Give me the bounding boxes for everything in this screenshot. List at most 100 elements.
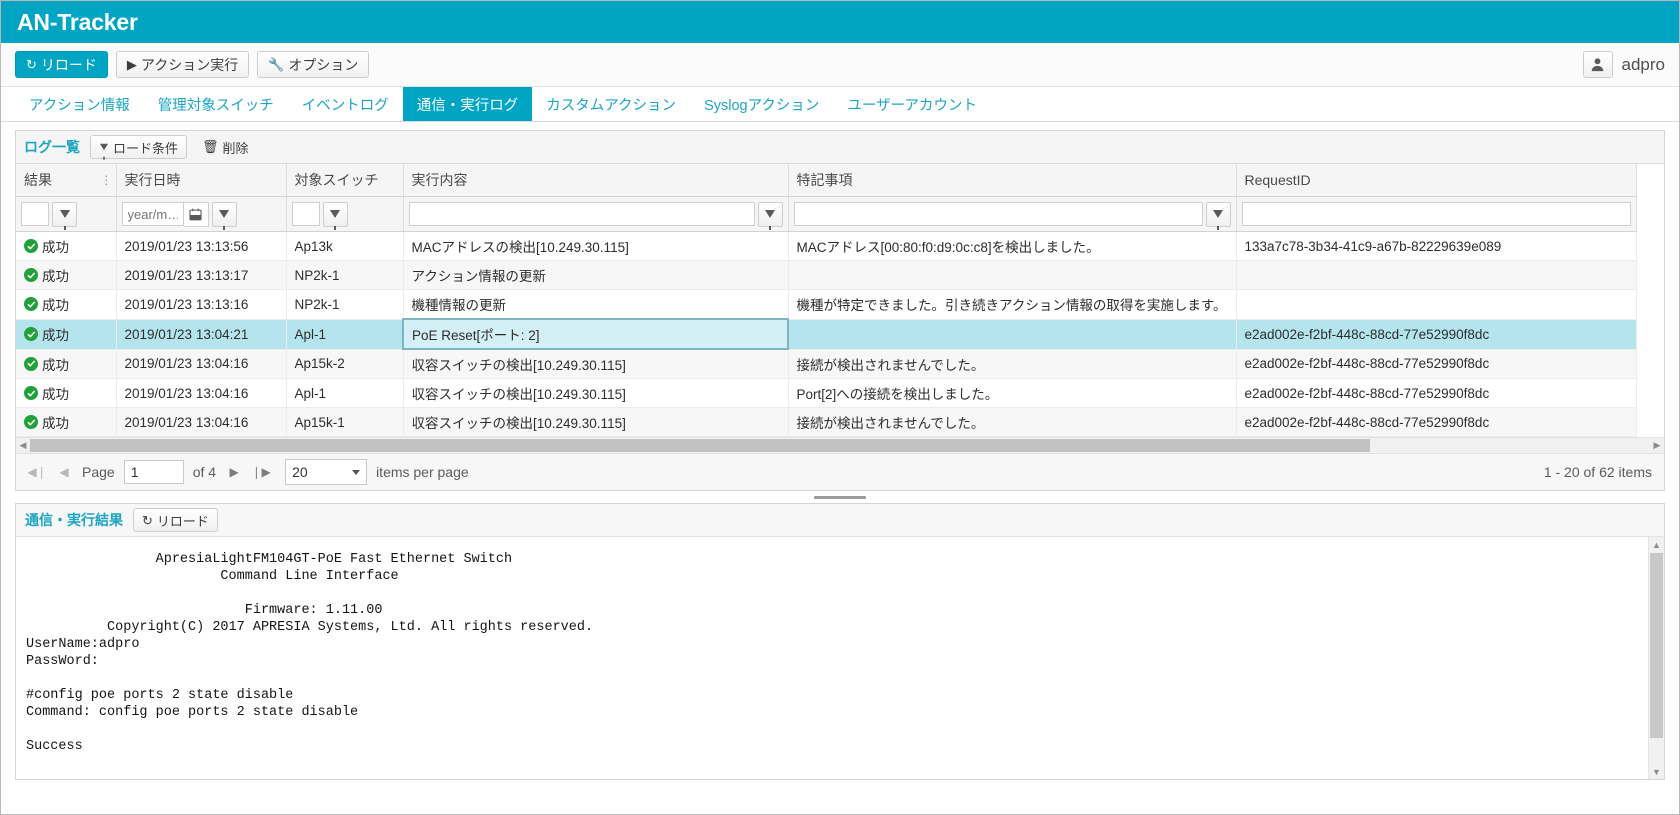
scroll-up-icon[interactable]: ▲ [1649, 537, 1664, 552]
options-button[interactable]: 🔧 オプション [257, 51, 369, 78]
user-area: adpro [1583, 51, 1665, 78]
tab-managed-switch[interactable]: 管理対象スイッチ [144, 87, 288, 121]
log-table: 結果 ··· 実行日時 対象スイッチ 実行内容 特記事項 RequestID [16, 164, 1637, 437]
success-check-icon [24, 268, 38, 282]
cell-datetime: 2019/01/23 13:04:16 [116, 408, 286, 437]
table-row[interactable]: 成功 2019/01/23 13:04:16 Ap15k-2 収容スイッチの検出… [16, 349, 1636, 379]
col-header-datetime[interactable]: 実行日時 [116, 164, 286, 197]
col-header-result[interactable]: 結果 ··· [16, 164, 116, 197]
reload-icon: ↻ [142, 514, 153, 527]
cell-result: 成功 [16, 261, 116, 290]
cell-request-id: e2ad002e-f2bf-448c-88cd-77e52990f8dc [1236, 349, 1636, 379]
options-button-label: オプション [288, 55, 358, 75]
first-page-icon[interactable]: ◀❘ [28, 462, 46, 482]
trash-icon: 🗑 [202, 139, 219, 155]
scroll-thumb[interactable] [1650, 553, 1663, 738]
filter-input-notes[interactable] [794, 202, 1203, 226]
cell-datetime: 2019/01/23 13:13:16 [116, 290, 286, 320]
filter-icon [219, 210, 229, 218]
cell-result: 成功 [16, 408, 116, 437]
scroll-left-icon[interactable]: ◀ [16, 438, 30, 453]
filter-menu-button-datetime[interactable] [212, 202, 237, 227]
table-row[interactable]: 成功 2019/01/23 13:04:16 Ap15k-1 収容スイッチの検出… [16, 408, 1636, 437]
filter-input-content[interactable] [409, 202, 755, 226]
calendar-icon[interactable] [184, 202, 209, 227]
reload-button[interactable]: ↻ リロード [15, 51, 108, 78]
user-icon[interactable] [1583, 51, 1613, 78]
tab-action-info[interactable]: アクション情報 [15, 87, 144, 121]
last-page-icon[interactable]: ❘▶ [252, 462, 270, 482]
panel-splitter[interactable] [1, 491, 1679, 503]
cell-result: 成功 [16, 349, 116, 379]
next-page-icon[interactable]: ▶ [225, 462, 243, 482]
table-row[interactable]: 成功 2019/01/23 13:04:16 Apl-1 収容スイッチの検出[1… [16, 379, 1636, 408]
table-header-row: 結果 ··· 実行日時 対象スイッチ 実行内容 特記事項 RequestID [16, 164, 1636, 197]
tab-event-log[interactable]: イベントログ [288, 87, 403, 121]
cell-content: 収容スイッチの検出[10.249.30.115] [403, 379, 788, 408]
tab-custom-action[interactable]: カスタムアクション [532, 87, 690, 121]
delete-button[interactable]: 🗑 削除 [193, 135, 258, 159]
cell-request-id [1236, 261, 1636, 290]
cell-request-id: 133a7c78-3b34-41c9-a67b-82229639e089 [1236, 232, 1636, 261]
load-condition-button[interactable]: ロード条件 [90, 135, 187, 159]
filter-input-result[interactable] [21, 202, 49, 226]
filter-menu-button-notes[interactable] [1206, 202, 1231, 227]
result-label: 成功 [42, 265, 69, 285]
console-vertical-scrollbar[interactable]: ▲ ▼ [1648, 537, 1664, 779]
filter-menu-button-content[interactable] [758, 202, 783, 227]
cell-content: MACアドレスの検出[10.249.30.115] [403, 232, 788, 261]
run-action-button-label: アクション実行 [141, 55, 238, 75]
grid-horizontal-scrollbar[interactable]: ◀ ▶ [16, 437, 1664, 453]
chevron-down-icon [352, 470, 360, 475]
filter-menu-button-result[interactable] [52, 202, 77, 227]
result-label: 成功 [42, 354, 69, 374]
console-reload-button[interactable]: ↻ リロード [133, 508, 218, 532]
col-label: 特記事項 [797, 172, 853, 188]
result-label: 成功 [42, 324, 69, 344]
prev-page-icon[interactable]: ◀ [55, 462, 73, 482]
scroll-right-icon[interactable]: ▶ [1650, 438, 1664, 453]
table-row[interactable]: 成功 2019/01/23 13:13:56 Ap13k MACアドレスの検出[… [16, 232, 1636, 261]
scroll-down-icon[interactable]: ▼ [1649, 764, 1664, 779]
tab-user-account[interactable]: ユーザーアカウント [833, 87, 991, 121]
table-row[interactable]: 成功 2019/01/23 13:13:17 NP2k-1 アクション情報の更新 [16, 261, 1636, 290]
console-reload-label: リロード [157, 511, 209, 530]
table-body: 成功 2019/01/23 13:13:56 Ap13k MACアドレスの検出[… [16, 232, 1636, 437]
wrench-icon: 🔧 [268, 58, 284, 71]
cell-content-active[interactable]: PoE Reset[ポート: 2] [403, 319, 788, 349]
filter-input-switch[interactable] [292, 202, 320, 226]
cell-notes: 接続が検出されませんでした。 [788, 408, 1236, 437]
filter-input-datetime[interactable] [122, 202, 184, 226]
cell-datetime: 2019/01/23 13:04:16 [116, 349, 286, 379]
col-header-content[interactable]: 実行内容 [403, 164, 788, 197]
result-label: 成功 [42, 412, 69, 432]
console-header: 通信・実行結果 ↻ リロード [16, 504, 1664, 537]
tab-label: Syslogアクション [704, 94, 819, 115]
cell-notes: 機種が特定できました。引き続きアクション情報の取得を実施します。 [788, 290, 1236, 320]
table-row-selected[interactable]: 成功 2019/01/23 13:04:21 Apl-1 PoE Reset[ポ… [16, 319, 1636, 349]
filter-cell-notes [788, 197, 1236, 232]
tab-syslog-action[interactable]: Syslogアクション [690, 87, 833, 121]
filter-menu-button-switch[interactable] [323, 202, 348, 227]
success-check-icon [24, 415, 38, 429]
column-menu-icon[interactable]: ··· [104, 174, 108, 186]
table-row[interactable]: 成功 2019/01/23 13:13:16 NP2k-1 機種情報の更新 機種… [16, 290, 1636, 320]
run-action-button[interactable]: ▶ アクション実行 [116, 51, 249, 78]
console-panel: 通信・実行結果 ↻ リロード ApresiaLightFM104GT-PoE F… [15, 503, 1665, 780]
page-input[interactable] [124, 460, 184, 484]
col-header-request-id[interactable]: RequestID [1236, 164, 1636, 197]
main-tabs: アクション情報 管理対象スイッチ イベントログ 通信・実行ログ カスタムアクショ… [1, 87, 1679, 122]
filter-icon [100, 144, 108, 150]
tab-label: イベントログ [302, 94, 389, 115]
col-header-switch[interactable]: 対象スイッチ [286, 164, 403, 197]
scroll-thumb[interactable] [30, 439, 1370, 452]
col-label: 実行日時 [125, 172, 181, 188]
log-grid-panel: ログ一覧 ロード条件 🗑 削除 [15, 130, 1665, 491]
tab-communication-execution-log[interactable]: 通信・実行ログ [403, 87, 533, 121]
col-header-notes[interactable]: 特記事項 [788, 164, 1236, 197]
filter-input-request-id[interactable] [1242, 202, 1631, 226]
cell-datetime: 2019/01/23 13:13:56 [116, 232, 286, 261]
bottom-strip [1, 780, 1679, 790]
splitter-grip[interactable] [814, 496, 866, 499]
page-size-select[interactable]: 20 [285, 459, 367, 485]
